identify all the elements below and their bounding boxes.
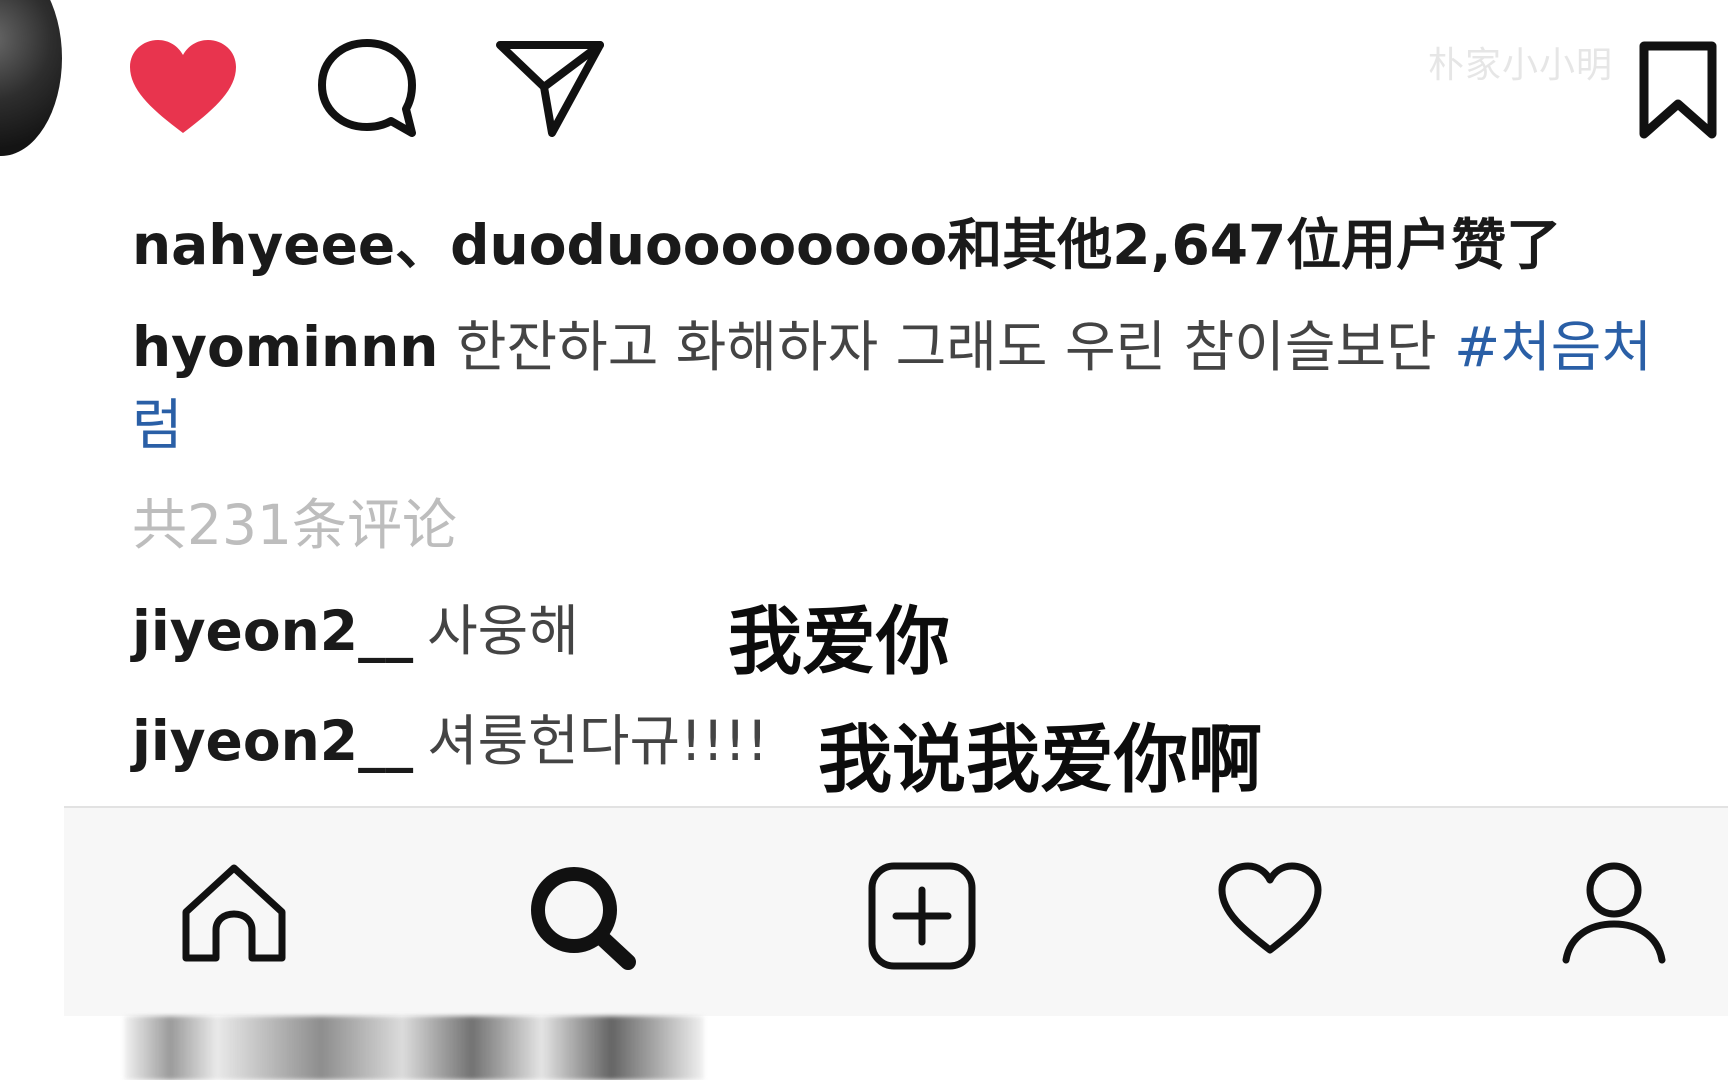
comment-username[interactable]: jiyeon2__ bbox=[132, 709, 413, 773]
caption-username[interactable]: hyominnn bbox=[132, 315, 438, 379]
paper-plane-icon[interactable] bbox=[494, 35, 606, 145]
add-post-icon[interactable] bbox=[866, 860, 978, 976]
bookmark-icon[interactable] bbox=[1636, 40, 1720, 144]
likes-text[interactable]: nahyeee、duoduoooooooo和其他2,647位用户赞了 bbox=[132, 200, 1561, 280]
search-icon[interactable] bbox=[524, 860, 640, 976]
subtitle-overlay: 我说我爱你啊 bbox=[818, 717, 1262, 803]
comment-bubble-icon[interactable] bbox=[312, 35, 422, 145]
home-icon[interactable] bbox=[178, 860, 290, 972]
comment-text: 사웅해 bbox=[427, 599, 579, 663]
next-post-image bbox=[124, 1016, 704, 1080]
activity-heart-icon[interactable] bbox=[1216, 860, 1324, 964]
profile-icon[interactable] bbox=[1560, 860, 1668, 970]
caption-text: 한잔하고 화해하자 그래도 우린 참이슬보단 bbox=[455, 315, 1437, 379]
post-caption: hyominnn 한잔하고 화해하자 그래도 우린 참이슬보단 #처음처럼 bbox=[132, 308, 1692, 464]
comment-text: 셔룽헌다규!!!! bbox=[427, 709, 769, 773]
subtitle-overlay: 我爱你 bbox=[728, 599, 950, 685]
comment-username[interactable]: jiyeon2__ bbox=[132, 599, 413, 663]
heart-filled-icon[interactable] bbox=[124, 35, 242, 143]
avatar[interactable] bbox=[0, 0, 62, 156]
watermark: 朴家小小明 bbox=[1427, 45, 1613, 86]
comment-row: jiyeon2__ 셔룽헌다규!!!! bbox=[132, 696, 768, 776]
view-comments-link[interactable]: 共231条评论 bbox=[132, 480, 457, 560]
comment-row: jiyeon2__ 사웅해 bbox=[132, 586, 579, 666]
